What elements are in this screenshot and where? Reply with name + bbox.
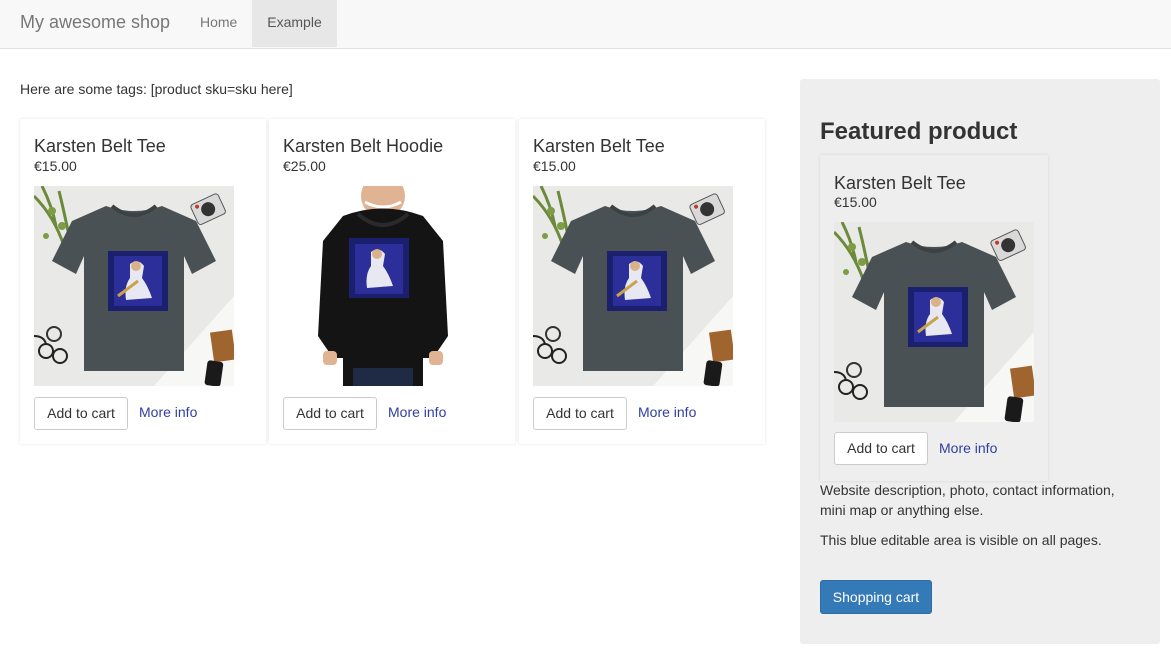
add-to-cart-button[interactable]: Add to cart (834, 432, 928, 465)
site-brand[interactable]: My awesome shop (20, 12, 170, 33)
nav-link-example[interactable]: Example (252, 0, 337, 47)
top-navbar: My awesome shop Home Example (0, 0, 1171, 49)
featured-product-card: Karsten Belt Tee €15.00 Add to cart More… (820, 155, 1048, 481)
site-description: Website description, photo, contact info… (820, 482, 1115, 518)
add-to-cart-button[interactable]: Add to cart (34, 397, 128, 430)
tshirt-image[interactable] (834, 222, 1034, 422)
more-info-link[interactable]: More info (139, 404, 197, 420)
tshirt-image[interactable] (34, 186, 234, 386)
product-price: €15.00 (533, 158, 576, 174)
product-title: Karsten Belt Tee (533, 136, 665, 156)
shopping-cart-button[interactable]: Shopping cart (820, 580, 932, 614)
more-info-link[interactable]: More info (638, 404, 696, 420)
more-info-link[interactable]: More info (388, 404, 446, 420)
product-card: Karsten Belt Tee €15.00 Add to cart More… (519, 119, 765, 444)
editable-area-note: This blue editable area is visible on al… (820, 532, 1102, 548)
product-card: Karsten Belt Hoodie €25.00 Add to cart M… (269, 119, 515, 444)
sidebar: Featured product Karsten Belt Tee €15.00… (800, 79, 1160, 644)
product-price: €25.00 (283, 158, 326, 174)
hoodie-image[interactable] (283, 186, 483, 386)
intro-text: Here are some tags: [product sku=sku her… (20, 81, 293, 97)
product-title: Karsten Belt Tee (834, 173, 966, 193)
product-card: Karsten Belt Tee €15.00 Add to cart More… (20, 119, 266, 444)
add-to-cart-button[interactable]: Add to cart (283, 397, 377, 430)
featured-heading: Featured product (820, 118, 1018, 145)
tshirt-image[interactable] (533, 186, 733, 386)
add-to-cart-button[interactable]: Add to cart (533, 397, 627, 430)
nav-link-home[interactable]: Home (185, 0, 252, 47)
more-info-link[interactable]: More info (939, 440, 997, 456)
product-title: Karsten Belt Hoodie (283, 136, 444, 156)
product-price: €15.00 (834, 194, 877, 210)
product-price: €15.00 (34, 158, 77, 174)
product-title: Karsten Belt Tee (34, 136, 166, 156)
